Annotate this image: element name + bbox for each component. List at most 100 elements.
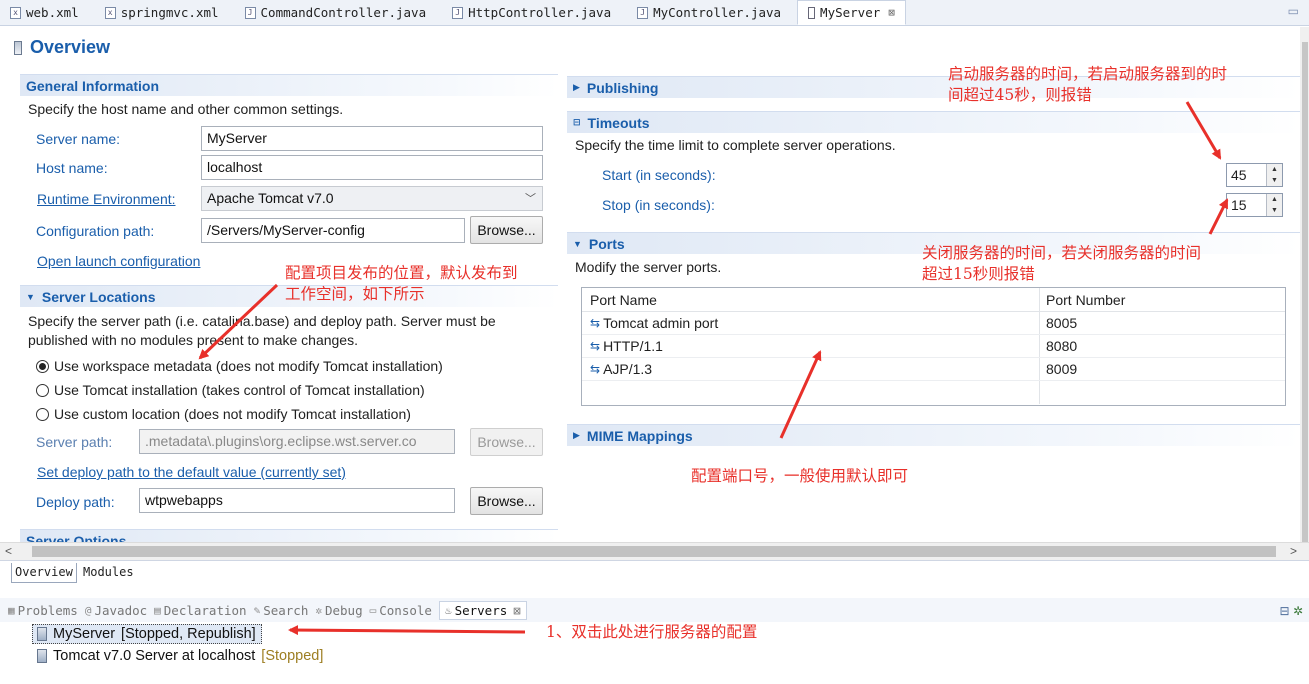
- tab-search[interactable]: ✎ Search: [254, 603, 309, 618]
- editor-page-tabs: Overview Modules: [0, 560, 1309, 584]
- ports-description: Modify the server ports.: [575, 259, 722, 275]
- host-name-label: Host name:: [36, 160, 108, 176]
- annotation-ports: 配置端口号，一般使用默认即可: [691, 467, 909, 485]
- servers-icon: ♨: [444, 603, 452, 617]
- deploy-path-label: Deploy path:: [36, 494, 115, 510]
- vertical-scrollbar[interactable]: [1300, 27, 1309, 542]
- scroll-thumb[interactable]: [32, 546, 1276, 557]
- server-item-tomcat[interactable]: Tomcat v7.0 Server at localhost [Stopped]: [37, 648, 323, 664]
- deploy-path-field[interactable]: wtpwebapps: [139, 488, 455, 513]
- spinner-arrows-icon[interactable]: ▲ ▼: [1266, 164, 1282, 186]
- host-name-field[interactable]: localhost: [201, 155, 543, 180]
- section-general-information: General Information: [20, 74, 558, 96]
- server-icon: [37, 627, 47, 641]
- views-tab-bar: ▦ Problems @ Javadoc ▤ Declaration ✎ Search …: [0, 598, 1309, 622]
- port-icon: ⇆: [590, 362, 601, 376]
- tab-springmvc-xml[interactable]: x springmvc.xml: [95, 0, 229, 25]
- close-icon[interactable]: ⊠: [888, 6, 895, 19]
- tab-servers[interactable]: ♨ Servers ⊠: [438, 600, 527, 620]
- close-icon[interactable]: ⊠: [513, 603, 521, 618]
- table-row[interactable]: ⇆ Tomcat admin port 8005: [582, 312, 1285, 335]
- tab-problems[interactable]: ▦ Problems: [8, 603, 78, 618]
- annotation-servers: 1、双击此处进行服务器的配置: [546, 623, 758, 641]
- stop-timeout-label: Stop (in seconds):: [602, 197, 715, 213]
- set-deploy-path-link[interactable]: Set deploy path to the default value (cu…: [37, 464, 346, 480]
- arrow-to-myserver: [288, 625, 526, 636]
- open-launch-configuration-link[interactable]: Open launch configuration: [37, 253, 200, 269]
- search-icon: ✎: [253, 603, 261, 617]
- javadoc-icon: @: [84, 603, 92, 617]
- port-number-cell[interactable]: 8009: [1040, 358, 1077, 380]
- page-title: Overview: [14, 37, 110, 58]
- tab-my-server[interactable]: MyServer ⊠: [797, 0, 906, 25]
- scroll-right-icon[interactable]: >: [1290, 544, 1297, 558]
- server-icon: [37, 649, 47, 663]
- configuration-path-field[interactable]: /Servers/MyServer-config: [201, 218, 465, 243]
- server-path-field: .metadata\.plugins\org.eclipse.wst.serve…: [139, 429, 455, 454]
- tab-web-xml[interactable]: x web.xml: [0, 0, 89, 25]
- tab-my-controller[interactable]: J MyController.java: [627, 0, 791, 25]
- expand-triangle-icon: ▼: [573, 238, 582, 249]
- tab-console[interactable]: ▭ Console: [370, 603, 432, 618]
- stop-timeout-spinner[interactable]: 15 ▲ ▼: [1226, 193, 1283, 217]
- minimize-icon[interactable]: ▭: [1288, 4, 1299, 18]
- config-browse-button[interactable]: Browse...: [470, 216, 543, 244]
- tab-declaration[interactable]: ▤ Declaration: [154, 603, 246, 618]
- server-path-browse-button: Browse...: [470, 428, 543, 456]
- table-header: Port Name Port Number: [582, 288, 1285, 312]
- server-icon: [808, 6, 816, 19]
- tab-javadoc[interactable]: @ Javadoc: [85, 603, 147, 618]
- server-name-field[interactable]: MyServer: [201, 126, 543, 151]
- debug-icon: ✲: [315, 603, 322, 617]
- java-file-icon: J: [452, 6, 464, 19]
- start-timeout-spinner[interactable]: 45 ▲ ▼: [1226, 163, 1283, 187]
- declaration-icon: ▤: [154, 603, 161, 617]
- runtime-environment-select[interactable]: Apache Tomcat v7.0 ﹀: [201, 186, 543, 211]
- port-number-cell[interactable]: 8005: [1040, 312, 1077, 334]
- scroll-left-icon[interactable]: <: [5, 544, 12, 558]
- horizontal-scrollbar[interactable]: < >: [0, 542, 1309, 560]
- annotation-start-timeout: 启动服务器的时间，若启动服务器到的时 间超过45秒，则报错: [948, 65, 1228, 104]
- tab-command-controller[interactable]: J CommandController.java: [235, 0, 437, 25]
- runtime-environment-link[interactable]: Runtime Environment:: [37, 191, 176, 207]
- java-file-icon: J: [244, 6, 256, 19]
- xml-file-icon: x: [10, 6, 21, 19]
- tab-http-controller[interactable]: J HttpController.java: [442, 0, 621, 25]
- column-port-name[interactable]: Port Name: [582, 288, 1040, 311]
- table-row-empty: [582, 381, 1285, 404]
- column-port-number[interactable]: Port Number: [1040, 288, 1125, 311]
- view-menu-icon[interactable]: ✲: [1293, 604, 1303, 618]
- server-path-label: Server path:: [36, 434, 113, 450]
- port-icon: ⇆: [590, 339, 601, 353]
- chevron-down-icon: ﹀: [525, 193, 536, 205]
- deploy-browse-button[interactable]: Browse...: [470, 487, 543, 515]
- scroll-thumb[interactable]: [1302, 42, 1308, 542]
- table-row[interactable]: ⇆ HTTP/1.1 8080: [582, 335, 1285, 358]
- port-icon: ⇆: [590, 316, 601, 330]
- tab-modules[interactable]: Modules: [80, 563, 137, 583]
- radio-workspace-metadata[interactable]: Use workspace metadata (does not modify …: [36, 358, 443, 374]
- problems-icon: ▦: [8, 603, 15, 617]
- collapsed-triangle-icon: ▶: [573, 82, 580, 92]
- spinner-arrows-icon[interactable]: ▲ ▼: [1266, 194, 1282, 216]
- section-timeouts[interactable]: ⊟ Timeouts: [567, 111, 1300, 133]
- console-icon: ▭: [369, 603, 377, 617]
- tab-debug[interactable]: ✲ Debug: [315, 603, 362, 618]
- collapse-box-icon: ⊟: [573, 117, 581, 127]
- editor-tab-bar: x web.xml x springmvc.xml J CommandControll…: [0, 0, 1309, 26]
- start-timeout-label: Start (in seconds):: [602, 167, 716, 183]
- port-number-cell[interactable]: 8080: [1040, 335, 1077, 357]
- server-item-myserver[interactable]: MyServer [Stopped, Republish]: [32, 624, 262, 644]
- radio-custom-location[interactable]: Use custom location (does not modify Tom…: [36, 406, 411, 422]
- section-mime-mappings[interactable]: ▶ MIME Mappings: [567, 424, 1300, 446]
- section-server-options[interactable]: Server Options: [20, 529, 558, 542]
- radio-tomcat-installation[interactable]: Use Tomcat installation (takes control o…: [36, 382, 425, 398]
- minimize-view-icon[interactable]: ⊟: [1280, 604, 1290, 618]
- tab-overview[interactable]: Overview: [11, 563, 77, 583]
- radio-dot: [36, 407, 49, 421]
- radio-dot: [36, 383, 49, 397]
- table-row[interactable]: ⇆ AJP/1.3 8009: [582, 358, 1285, 381]
- timeouts-description: Specify the time limit to complete serve…: [575, 137, 896, 153]
- collapsed-triangle-icon: ▶: [573, 430, 580, 440]
- server-icon: [14, 40, 22, 55]
